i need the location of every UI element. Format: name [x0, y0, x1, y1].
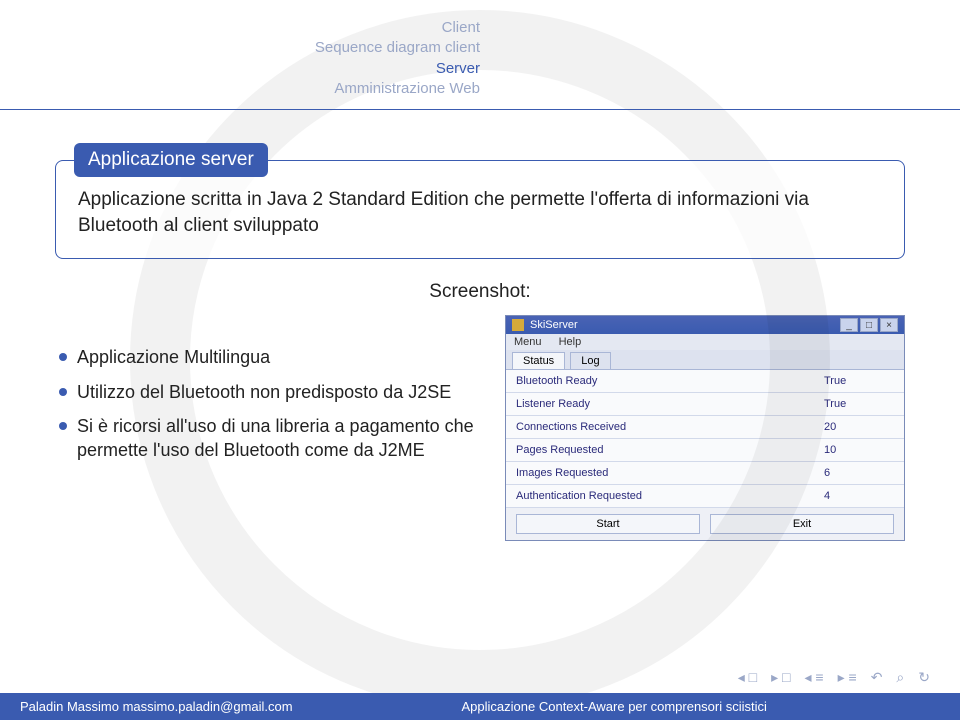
- status-row: Bluetooth Ready True: [506, 370, 904, 393]
- nav-prev-slide-icon[interactable]: ◂ □: [738, 669, 757, 686]
- status-value: True: [824, 375, 894, 387]
- nav-item-client[interactable]: Client: [0, 18, 480, 38]
- status-label: Connections Received: [516, 421, 824, 433]
- nav-item-admin[interactable]: Amministrazione Web: [0, 79, 480, 99]
- status-value: 20: [824, 421, 894, 433]
- status-row: Pages Requested 10: [506, 439, 904, 462]
- status-value: True: [824, 398, 894, 410]
- exit-button[interactable]: Exit: [710, 514, 894, 534]
- status-label: Images Requested: [516, 467, 824, 479]
- app-tabbar: Status Log: [506, 350, 904, 369]
- status-row: Authentication Requested 4: [506, 485, 904, 508]
- screenshot-label: Screenshot:: [55, 281, 905, 303]
- start-button[interactable]: Start: [516, 514, 700, 534]
- block-title-text: Applicazione server: [88, 149, 254, 170]
- menu-item[interactable]: Menu: [514, 336, 542, 348]
- app-window: SkiServer _ □ × Menu Help Status Log: [505, 315, 905, 541]
- status-label: Pages Requested: [516, 444, 824, 456]
- nav-search-icon[interactable]: ⌕: [896, 669, 904, 686]
- header-divider: [0, 109, 960, 110]
- nav-loop-icon[interactable]: ↻: [918, 669, 930, 686]
- slide-header: Client Sequence diagram client Server Am…: [0, 0, 960, 130]
- window-title: SkiServer: [530, 319, 578, 331]
- status-value: 4: [824, 490, 894, 502]
- status-label: Bluetooth Ready: [516, 375, 824, 387]
- window-titlebar: SkiServer _ □ ×: [506, 316, 904, 334]
- status-pane: Bluetooth Ready True Listener Ready True…: [506, 369, 904, 508]
- list-item: Utilizzo del Bluetooth non predisposto d…: [55, 380, 475, 404]
- list-item: Applicazione Multilingua: [55, 345, 475, 369]
- nav-prev-frame-icon[interactable]: ◂ ≡: [805, 669, 824, 686]
- status-label: Listener Ready: [516, 398, 824, 410]
- window-close-button[interactable]: ×: [880, 318, 898, 332]
- tab-log[interactable]: Log: [570, 352, 610, 369]
- list-item: Si è ricorsi all'uso di una libreria a p…: [55, 414, 475, 463]
- nav-item-server[interactable]: Server: [0, 59, 480, 79]
- feature-list: Applicazione Multilingua Utilizzo del Bl…: [55, 315, 475, 472]
- title-block: Applicazione server Applicazione scritta…: [55, 160, 905, 259]
- app-menubar: Menu Help: [506, 334, 904, 350]
- status-row: Listener Ready True: [506, 393, 904, 416]
- app-icon: [512, 319, 524, 331]
- beamer-nav-icons: ◂ □ ▸ □ ◂ ≡ ▸ ≡ ↶ ⌕ ↻: [738, 669, 930, 686]
- nav-item-sequence[interactable]: Sequence diagram client: [0, 38, 480, 58]
- tab-status[interactable]: Status: [512, 352, 565, 369]
- status-value: 10: [824, 444, 894, 456]
- nav-next-slide-icon[interactable]: ▸ □: [771, 669, 790, 686]
- status-label: Authentication Requested: [516, 490, 824, 502]
- nav-next-frame-icon[interactable]: ▸ ≡: [838, 669, 857, 686]
- nav-undo-icon[interactable]: ↶: [871, 669, 883, 686]
- window-minimize-button[interactable]: _: [840, 318, 858, 332]
- block-title: Applicazione server: [74, 143, 268, 177]
- section-nav: Client Sequence diagram client Server Am…: [0, 18, 960, 99]
- status-row: Connections Received 20: [506, 416, 904, 439]
- slide-footer: Paladin Massimo massimo.paladin@gmail.co…: [0, 693, 960, 720]
- app-button-row: Start Exit: [506, 508, 904, 540]
- menu-item[interactable]: Help: [559, 336, 582, 348]
- footer-title: Applicazione Context-Aware per comprenso…: [462, 699, 942, 714]
- status-row: Images Requested 6: [506, 462, 904, 485]
- block-body: Applicazione scritta in Java 2 Standard …: [78, 187, 882, 238]
- slide-content: Applicazione server Applicazione scritta…: [0, 130, 960, 541]
- footer-author: Paladin Massimo massimo.paladin@gmail.co…: [18, 699, 462, 714]
- status-value: 6: [824, 467, 894, 479]
- window-maximize-button[interactable]: □: [860, 318, 878, 332]
